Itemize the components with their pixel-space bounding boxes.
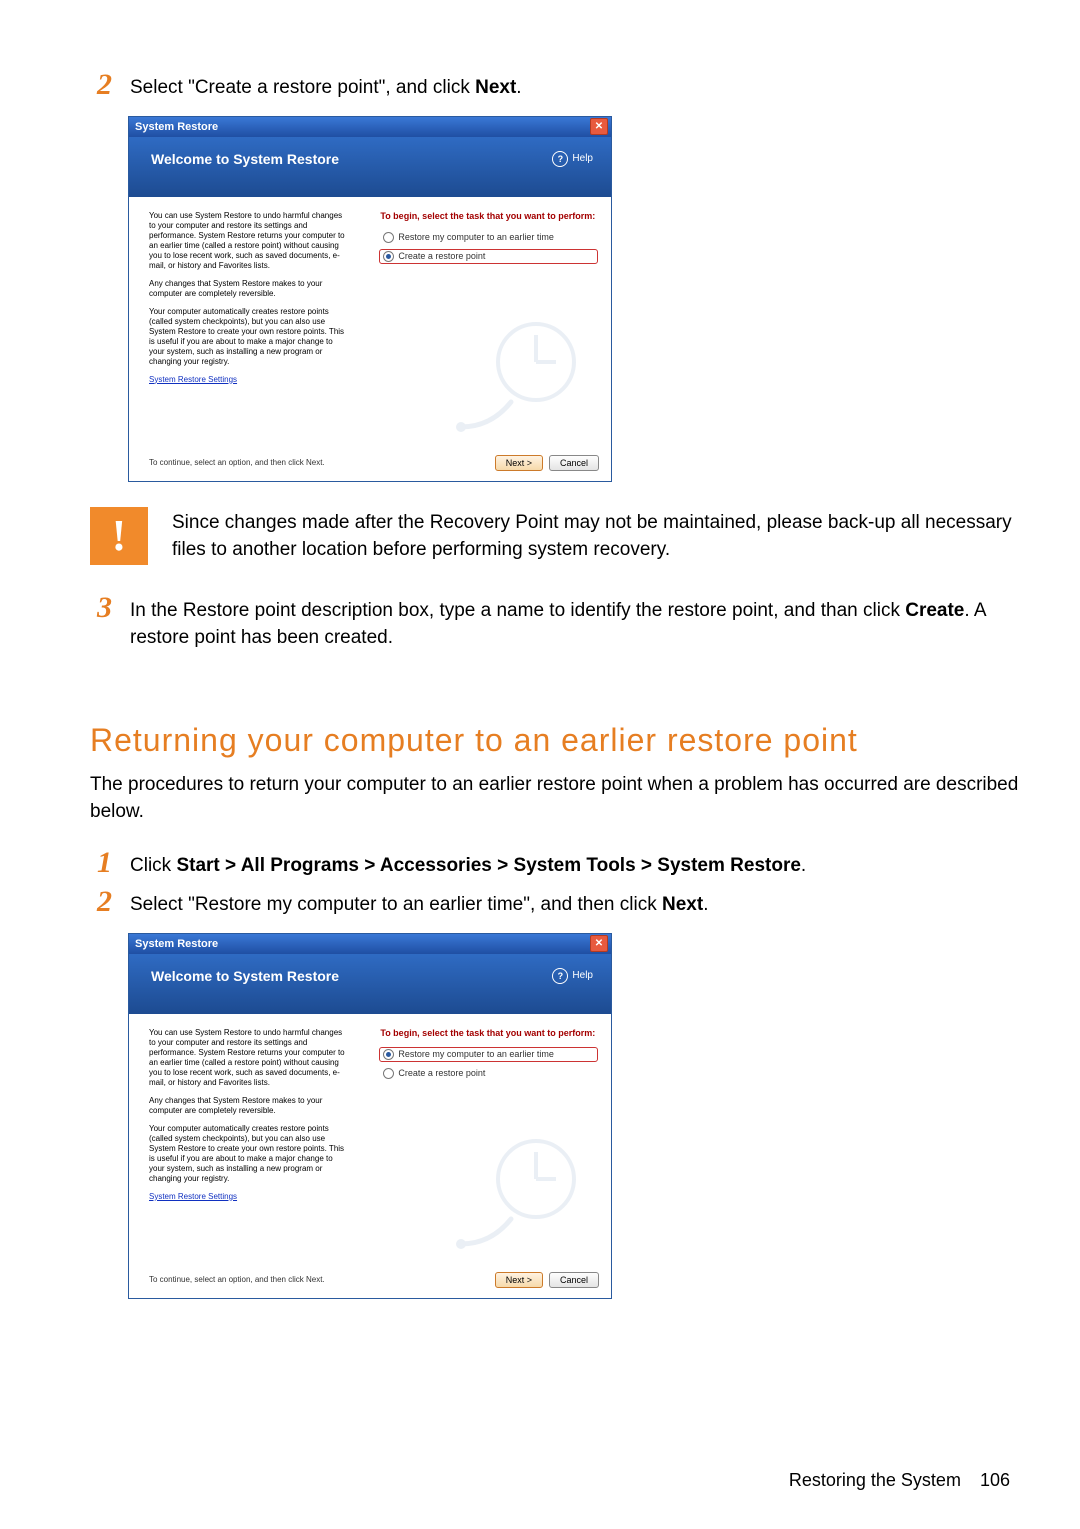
radio-restore-2[interactable]: Restore my computer to an earlier time [380, 1048, 597, 1061]
radio-create-2[interactable]: Create a restore point [380, 1067, 597, 1080]
help-link[interactable]: ? Help [552, 968, 593, 984]
sec2-step2-text-c: . [703, 894, 708, 915]
cancel-button[interactable]: Cancel [549, 1272, 599, 1288]
dialog2-footer: To continue, select an option, and then … [129, 1264, 611, 1298]
dialog1-header: Welcome to System Restore ? Help [129, 137, 611, 197]
radio-create-1[interactable]: Create a restore point [380, 250, 597, 263]
footer-label: Restoring the System [789, 1470, 961, 1490]
dialog2-body: You can use System Restore to undo harmf… [129, 1014, 611, 1264]
system-restore-dialog-2: System Restore ✕ Welcome to System Resto… [128, 933, 612, 1299]
dialog2-right-title: To begin, select the task that you want … [380, 1028, 597, 1038]
warning-callout: ! Since changes made after the Recovery … [90, 507, 1020, 565]
system-restore-dialog-1: System Restore ✕ Welcome to System Resto… [128, 116, 612, 482]
clock-watermark-icon [451, 307, 581, 437]
sec2-step2-number: 2 [90, 887, 112, 917]
dialog1-right: To begin, select the task that you want … [360, 197, 611, 447]
sec2-step2-text-b: Next [662, 894, 703, 915]
dialog2-left-p2: Any changes that System Restore makes to… [149, 1096, 346, 1116]
dialog2-left-p3: Your computer automatically creates rest… [149, 1124, 346, 1184]
dialog1-left: You can use System Restore to undo harmf… [129, 197, 360, 447]
dialog1-left-p1: You can use System Restore to undo harmf… [149, 211, 346, 271]
page-number: 106 [980, 1470, 1010, 1490]
system-restore-settings-link[interactable]: System Restore Settings [149, 1192, 237, 1201]
help-label: Help [572, 153, 593, 164]
sec2-step-1: 1 Click Start > All Programs > Accessori… [90, 848, 1020, 880]
radio-restore-1[interactable]: Restore my computer to an earlier time [380, 231, 597, 244]
dialog2-titlebar: System Restore ✕ [129, 934, 611, 954]
step-3-number: 3 [90, 593, 112, 623]
step-3-text: In the Restore point description box, ty… [130, 593, 1020, 652]
system-restore-settings-link[interactable]: System Restore Settings [149, 375, 237, 384]
section-intro: The procedures to return your computer t… [90, 771, 1020, 826]
dialog1-footer-hint: To continue, select an option, and then … [149, 458, 325, 467]
dialog2-buttons: Next > Cancel [495, 1272, 599, 1288]
warning-icon: ! [90, 507, 148, 565]
radio-restore-1-label: Restore my computer to an earlier time [398, 232, 554, 242]
help-label: Help [572, 970, 593, 981]
sec2-step-2: 2 Select "Restore my computer to an earl… [90, 887, 1020, 919]
step-3-text-b: Create [905, 600, 964, 621]
next-button[interactable]: Next > [495, 455, 543, 471]
help-link[interactable]: ? Help [552, 151, 593, 167]
step-2-text-a: Select "Create a restore point", and cli… [130, 77, 475, 98]
dialog1-title-text: System Restore [135, 121, 218, 133]
help-icon: ? [552, 151, 568, 167]
dialog1-footer: To continue, select an option, and then … [129, 447, 611, 481]
sec2-step1-prefix: Click [130, 855, 176, 876]
dialog2-footer-hint: To continue, select an option, and then … [149, 1275, 325, 1284]
sec2-step2-text: Select "Restore my computer to an earlie… [130, 887, 1020, 919]
step-3-text-a: In the Restore point description box, ty… [130, 600, 905, 621]
sec2-step2-text-a: Select "Restore my computer to an earlie… [130, 894, 662, 915]
dialog1-left-p2: Any changes that System Restore makes to… [149, 279, 346, 299]
page-footer: Restoring the System 106 [789, 1470, 1010, 1491]
dialog2-header: Welcome to System Restore ? Help [129, 954, 611, 1014]
dialog2-left: You can use System Restore to undo harmf… [129, 1014, 360, 1264]
close-icon[interactable]: ✕ [590, 118, 608, 135]
warning-mark: ! [112, 510, 127, 561]
section-heading: Returning your computer to an earlier re… [90, 722, 1020, 759]
help-icon: ? [552, 968, 568, 984]
dialog1-buttons: Next > Cancel [495, 455, 599, 471]
cancel-button[interactable]: Cancel [549, 455, 599, 471]
dialog1-left-p3: Your computer automatically creates rest… [149, 307, 346, 367]
next-button[interactable]: Next > [495, 1272, 543, 1288]
step-2-text: Select "Create a restore point", and cli… [130, 70, 1020, 102]
sec2-step1-bold: Start > All Programs > Accessories > Sys… [176, 855, 800, 876]
clock-watermark-icon [451, 1124, 581, 1254]
dialog1-body: You can use System Restore to undo harmf… [129, 197, 611, 447]
step-2-number: 2 [90, 70, 112, 100]
step-3: 3 In the Restore point description box, … [90, 593, 1020, 652]
dialog2-right: To begin, select the task that you want … [360, 1014, 611, 1264]
radio-icon [383, 251, 394, 262]
dialog1-right-title: To begin, select the task that you want … [380, 211, 597, 221]
radio-create-1-label: Create a restore point [398, 251, 485, 261]
dialog2-title-text: System Restore [135, 938, 218, 950]
sec2-step1-number: 1 [90, 848, 112, 878]
radio-icon [383, 1068, 394, 1079]
radio-icon [383, 232, 394, 243]
warning-text: Since changes made after the Recovery Po… [172, 507, 1020, 564]
dialog2-header-title: Welcome to System Restore [151, 968, 339, 984]
dialog1-titlebar: System Restore ✕ [129, 117, 611, 137]
dialog1-header-title: Welcome to System Restore [151, 151, 339, 167]
close-icon[interactable]: ✕ [590, 935, 608, 952]
sec2-step1-text: Click Start > All Programs > Accessories… [130, 848, 1020, 880]
step-2-text-c: . [516, 77, 521, 98]
sec2-step1-suffix: . [801, 855, 806, 876]
radio-restore-2-label: Restore my computer to an earlier time [398, 1049, 554, 1059]
dialog2-left-p1: You can use System Restore to undo harmf… [149, 1028, 346, 1088]
radio-create-2-label: Create a restore point [398, 1068, 485, 1078]
radio-icon [383, 1049, 394, 1060]
page-container: 2 Select "Create a restore point", and c… [0, 0, 1080, 1529]
step-2-text-b: Next [475, 77, 516, 98]
step-2: 2 Select "Create a restore point", and c… [90, 70, 1020, 102]
